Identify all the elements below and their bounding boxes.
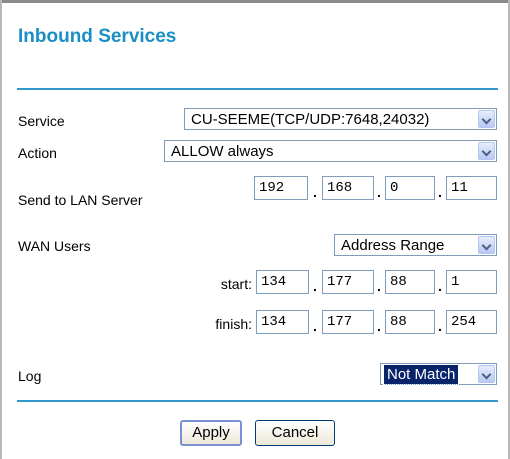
ip-dot: .: [377, 318, 381, 334]
ip-dot: .: [313, 318, 317, 334]
top-divider: [17, 88, 498, 90]
ip-dot: .: [313, 184, 317, 200]
service-select-value: CU-SEEME(TCP/UDP:7648,24032): [191, 111, 430, 128]
cancel-button[interactable]: Cancel: [255, 420, 335, 446]
wan-users-select[interactable]: Address Range: [334, 234, 497, 256]
bottom-divider: [17, 400, 498, 402]
chevron-down-icon[interactable]: [478, 142, 495, 160]
ip-dot: .: [377, 184, 381, 200]
start-ip-octet-2[interactable]: 177: [322, 270, 374, 294]
finish-ip-octet-4[interactable]: 254: [446, 310, 497, 334]
wan-users-label: WAN Users: [18, 238, 91, 254]
finish-ip-octet-1[interactable]: 134: [256, 310, 309, 334]
ip-dot: .: [377, 278, 381, 294]
apply-button[interactable]: Apply: [180, 420, 242, 446]
lan-ip-octet-2[interactable]: 168: [322, 176, 374, 200]
ip-dot: .: [313, 278, 317, 294]
service-select[interactable]: CU-SEEME(TCP/UDP:7648,24032): [184, 108, 497, 130]
log-select[interactable]: Not Match: [380, 363, 497, 385]
lan-ip-octet-4[interactable]: 11: [446, 176, 497, 200]
action-select-value: ALLOW always: [171, 143, 274, 160]
lan-server-label: Send to LAN Server: [18, 192, 143, 208]
lan-ip-octet-1[interactable]: 192: [254, 176, 308, 200]
lan-ip-octet-3[interactable]: 0: [385, 176, 435, 200]
ip-dot: .: [438, 278, 442, 294]
service-label: Service: [18, 113, 65, 129]
start-ip-octet-3[interactable]: 88: [385, 270, 435, 294]
start-ip-octet-1[interactable]: 134: [256, 270, 309, 294]
action-label: Action: [18, 145, 57, 161]
log-select-value: Not Match: [382, 364, 460, 385]
start-ip-octet-4[interactable]: 1: [446, 270, 497, 294]
window-left-border: [0, 0, 2, 459]
finish-label: finish:: [215, 316, 252, 332]
chevron-down-icon[interactable]: [478, 110, 495, 128]
finish-ip-octet-2[interactable]: 177: [322, 310, 374, 334]
ip-dot: .: [438, 184, 442, 200]
wan-users-select-value: Address Range: [341, 237, 445, 254]
chevron-down-icon[interactable]: [478, 365, 495, 383]
ip-dot: .: [438, 318, 442, 334]
page-title: Inbound Services: [18, 26, 177, 47]
log-label: Log: [18, 368, 42, 384]
action-select[interactable]: ALLOW always: [164, 140, 497, 162]
window-top-border: [0, 0, 510, 3]
start-label: start:: [220, 276, 252, 292]
finish-ip-octet-3[interactable]: 88: [385, 310, 435, 334]
chevron-down-icon[interactable]: [478, 236, 495, 254]
